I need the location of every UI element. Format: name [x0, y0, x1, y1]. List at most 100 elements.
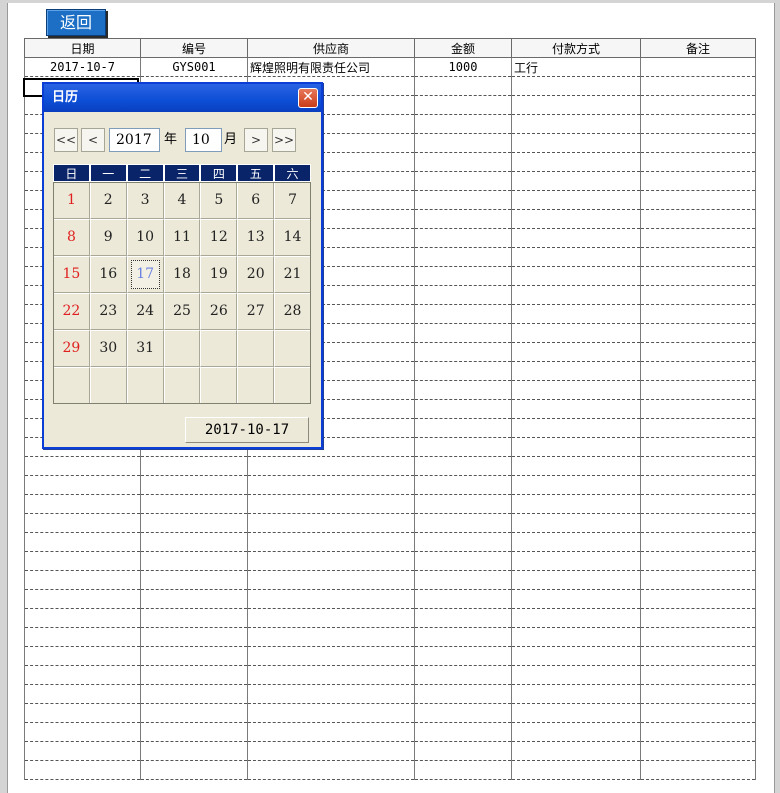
cell-date[interactable] [24, 494, 141, 514]
cell-payment[interactable] [511, 646, 641, 666]
today-button[interactable]: 2017-10-17 [185, 417, 309, 443]
cell-remark[interactable] [640, 380, 756, 400]
cell-remark[interactable] [640, 513, 756, 533]
cell-code[interactable] [140, 551, 248, 571]
cell-supplier[interactable] [247, 760, 415, 780]
table-row[interactable] [24, 627, 756, 647]
cell-payment[interactable] [511, 494, 641, 514]
cell-payment[interactable] [511, 456, 641, 476]
cell-payment[interactable] [511, 285, 641, 305]
table-row[interactable] [24, 646, 756, 666]
cell-code[interactable] [140, 475, 248, 495]
cell-payment[interactable] [511, 589, 641, 609]
cell-amount[interactable] [414, 399, 512, 419]
prev-button[interactable]: < [81, 128, 105, 152]
table-row[interactable] [24, 741, 756, 761]
cell-remark[interactable] [640, 76, 756, 96]
cell-payment[interactable] [511, 475, 641, 495]
cell-amount[interactable] [414, 209, 512, 229]
cell-amount[interactable] [414, 760, 512, 780]
cell-amount[interactable] [414, 323, 512, 343]
table-row[interactable] [24, 722, 756, 742]
day-cell[interactable]: 28 [274, 293, 311, 330]
cell-payment[interactable] [511, 342, 641, 362]
cell-payment[interactable] [511, 741, 641, 761]
cell-amount[interactable] [414, 247, 512, 267]
cell-supplier[interactable] [247, 665, 415, 685]
day-cell[interactable]: 14 [274, 219, 311, 256]
cell-date[interactable] [24, 703, 141, 723]
day-cell[interactable]: 13 [237, 219, 275, 256]
cell-amount[interactable] [414, 475, 512, 495]
cell-amount[interactable] [414, 437, 512, 457]
day-cell[interactable]: 30 [89, 330, 127, 367]
cell-supplier[interactable] [247, 589, 415, 609]
cell-remark[interactable] [640, 589, 756, 609]
cell-payment[interactable] [511, 703, 641, 723]
cell-remark[interactable] [640, 133, 756, 153]
cell-amount[interactable] [414, 76, 512, 96]
cell-amount[interactable] [414, 646, 512, 666]
table-row[interactable] [24, 570, 756, 590]
cell-remark[interactable] [640, 361, 756, 381]
last-year-button[interactable]: >> [272, 128, 296, 152]
table-row[interactable] [24, 456, 756, 476]
cell-supplier[interactable] [247, 551, 415, 571]
day-cell[interactable]: 3 [126, 182, 164, 219]
cell-payment[interactable] [511, 513, 641, 533]
cell-remark[interactable] [640, 608, 756, 628]
cell-amount[interactable] [414, 228, 512, 248]
day-cell[interactable]: 26 [200, 293, 238, 330]
day-cell[interactable]: 16 [89, 256, 127, 293]
cell-payment[interactable] [511, 323, 641, 343]
table-row[interactable] [24, 760, 756, 780]
cell-payment[interactable] [511, 209, 641, 229]
cell-amount[interactable] [414, 532, 512, 552]
cell-supplier[interactable]: 辉煌照明有限责任公司 [247, 57, 415, 77]
cell-amount[interactable] [414, 494, 512, 514]
cell-remark[interactable] [640, 760, 756, 780]
cell-code[interactable] [140, 513, 248, 533]
day-cell[interactable]: 19 [200, 256, 238, 293]
day-cell[interactable]: 10 [126, 219, 164, 256]
cell-date[interactable] [24, 570, 141, 590]
cell-remark[interactable] [640, 57, 756, 77]
cell-remark[interactable] [640, 228, 756, 248]
cell-payment[interactable] [511, 95, 641, 115]
cell-code[interactable] [140, 608, 248, 628]
cell-remark[interactable] [640, 171, 756, 191]
cell-payment[interactable] [511, 190, 641, 210]
cell-remark[interactable] [640, 665, 756, 685]
day-cell[interactable]: 25 [163, 293, 201, 330]
cell-amount[interactable] [414, 304, 512, 324]
cell-amount[interactable] [414, 456, 512, 476]
table-row[interactable]: 2017-10-7 GYS001 辉煌照明有限责任公司 1000 工行 [24, 57, 756, 77]
table-row[interactable] [24, 513, 756, 533]
cell-amount[interactable] [414, 589, 512, 609]
cell-date[interactable] [24, 722, 141, 742]
day-cell[interactable]: 6 [237, 182, 275, 219]
cell-date[interactable] [24, 475, 141, 495]
table-row[interactable] [24, 532, 756, 552]
cell-amount[interactable] [414, 627, 512, 647]
cell-remark[interactable] [640, 551, 756, 571]
cell-remark[interactable] [640, 266, 756, 286]
cell-amount[interactable] [414, 570, 512, 590]
day-cell[interactable]: 9 [89, 219, 127, 256]
cell-code[interactable] [140, 722, 248, 742]
cell-code[interactable] [140, 646, 248, 666]
day-cell[interactable]: 22 [53, 293, 90, 330]
cell-payment[interactable] [511, 608, 641, 628]
day-cell[interactable]: 1 [53, 182, 90, 219]
cell-amount[interactable] [414, 171, 512, 191]
cell-remark[interactable] [640, 304, 756, 324]
cell-date[interactable] [24, 646, 141, 666]
cell-remark[interactable] [640, 475, 756, 495]
cell-supplier[interactable] [247, 741, 415, 761]
day-cell[interactable]: 15 [53, 256, 90, 293]
day-cell[interactable]: 29 [53, 330, 90, 367]
table-row[interactable] [24, 551, 756, 571]
cell-amount[interactable]: 1000 [414, 57, 512, 77]
cell-amount[interactable] [414, 703, 512, 723]
table-row[interactable] [24, 475, 756, 495]
